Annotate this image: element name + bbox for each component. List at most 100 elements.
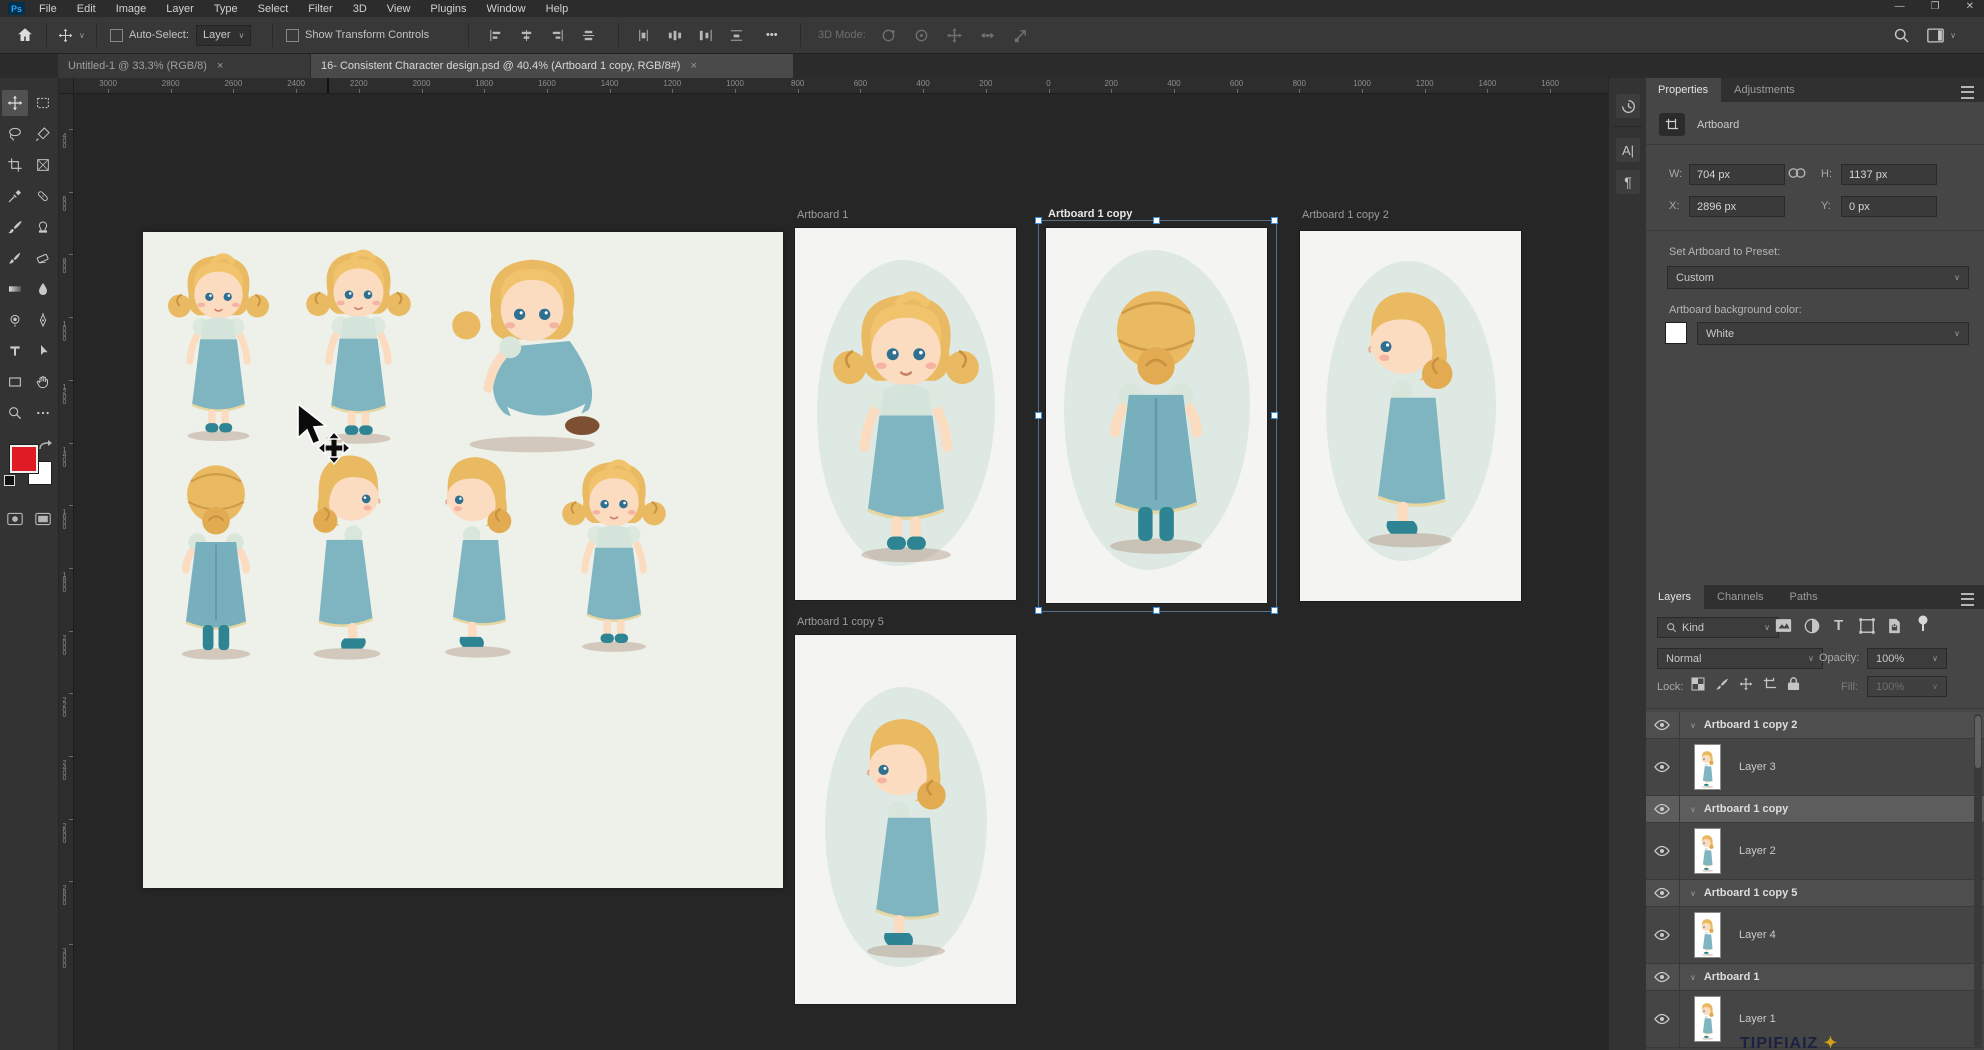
- swap-colors-icon[interactable]: [38, 440, 52, 452]
- menu-item-edit[interactable]: Edit: [77, 3, 96, 15]
- document-tab-character-design[interactable]: 16- Consistent Character design.psd @ 40…: [311, 53, 793, 78]
- lasso-tool[interactable]: [2, 121, 28, 147]
- auto-select-dropdown[interactable]: Layer ∨: [196, 25, 251, 46]
- visibility-toggle[interactable]: [1645, 823, 1680, 879]
- tab-adjustments[interactable]: Adjustments: [1721, 78, 1808, 102]
- character-panel-icon[interactable]: A|: [1616, 138, 1640, 162]
- roll-3d-icon[interactable]: [913, 27, 930, 44]
- smart-object-filter-icon[interactable]: [1887, 618, 1902, 634]
- document-tab-untitled[interactable]: Untitled-1 @ 33.3% (RGB/8) ×: [58, 53, 311, 78]
- hand-tool[interactable]: [30, 369, 56, 395]
- expand-chevron-icon[interactable]: ∨: [1690, 889, 1696, 898]
- menu-item-type[interactable]: Type: [214, 3, 238, 15]
- ruler-vertical[interactable]: 4006008001000120014001600180020002200240…: [58, 93, 74, 1050]
- menu-item-help[interactable]: Help: [546, 3, 569, 15]
- lock-all-icon[interactable]: [1787, 676, 1800, 691]
- artboard-label-1-copy-2[interactable]: Artboard 1 copy 2: [1302, 209, 1389, 221]
- lock-transparent-icon[interactable]: [1691, 676, 1705, 691]
- align-top-icon[interactable]: [581, 28, 596, 43]
- selection-handle-nw[interactable]: [1035, 217, 1042, 224]
- brush-tool[interactable]: [2, 214, 28, 240]
- bg-color-swatch[interactable]: [1665, 322, 1687, 344]
- eyedropper-tool[interactable]: [2, 183, 28, 209]
- selection-handle-s[interactable]: [1153, 607, 1160, 614]
- quick-mask-button[interactable]: [2, 506, 28, 532]
- menu-item-view[interactable]: View: [387, 3, 411, 15]
- close-tab-icon[interactable]: ×: [217, 60, 223, 72]
- align-right-icon[interactable]: [550, 28, 565, 43]
- filter-toggle-icon[interactable]: [1916, 614, 1930, 634]
- panel-menu-icon[interactable]: [1961, 593, 1974, 606]
- menu-item-plugins[interactable]: Plugins: [430, 3, 466, 15]
- visibility-toggle[interactable]: [1645, 739, 1680, 795]
- menu-item-image[interactable]: Image: [116, 3, 147, 15]
- ruler-horizontal[interactable]: 3000280026002400220020001800160014001200…: [58, 78, 1608, 94]
- lock-artboard-icon[interactable]: [1763, 676, 1777, 691]
- history-panel-icon[interactable]: [1616, 94, 1640, 118]
- preset-dropdown[interactable]: Custom ∨: [1667, 266, 1969, 289]
- selection-handle-n[interactable]: [1153, 217, 1160, 224]
- artboard-label-1-copy-5[interactable]: Artboard 1 copy 5: [797, 616, 884, 628]
- expand-chevron-icon[interactable]: ∨: [1690, 805, 1696, 814]
- opacity-field[interactable]: 100% ∨: [1867, 648, 1947, 669]
- link-dimensions-icon[interactable]: [1787, 166, 1807, 180]
- layer-row[interactable]: Layer 3: [1645, 739, 1984, 796]
- visibility-toggle[interactable]: [1645, 712, 1680, 738]
- distribute-v-icon[interactable]: [729, 28, 744, 43]
- quick-selection-tool[interactable]: [30, 121, 56, 147]
- foreground-color-swatch[interactable]: [10, 445, 38, 473]
- tab-paths[interactable]: Paths: [1777, 585, 1831, 609]
- marquee-tool[interactable]: [30, 90, 56, 116]
- menu-item-layer[interactable]: Layer: [166, 3, 194, 15]
- eraser-tool[interactable]: [30, 245, 56, 271]
- expand-chevron-icon[interactable]: ∨: [1690, 973, 1696, 982]
- more-options-button[interactable]: •••: [766, 17, 778, 53]
- auto-select-checkbox[interactable]: [110, 29, 123, 42]
- gradient-tool[interactable]: [2, 276, 28, 302]
- close-button[interactable]: ✕: [1966, 1, 1974, 12]
- x-field[interactable]: 2896 px: [1689, 196, 1785, 217]
- align-center-h-icon[interactable]: [519, 28, 534, 43]
- dodge-tool[interactable]: [2, 307, 28, 333]
- distribute-left-icon[interactable]: [636, 28, 651, 43]
- layer-group-row[interactable]: ∨ Artboard 1 copy: [1645, 796, 1984, 823]
- selection-handle-ne[interactable]: [1271, 217, 1278, 224]
- y-field[interactable]: 0 px: [1841, 196, 1937, 217]
- visibility-toggle[interactable]: [1645, 964, 1680, 990]
- menu-item-window[interactable]: Window: [487, 3, 526, 15]
- clone-stamp-tool[interactable]: [30, 214, 56, 240]
- fill-field[interactable]: 100% ∨: [1867, 676, 1947, 697]
- ruler-origin-corner[interactable]: [58, 78, 74, 94]
- bg-color-dropdown[interactable]: White ∨: [1697, 322, 1969, 345]
- paragraph-panel-icon[interactable]: ¶: [1616, 170, 1640, 194]
- menu-item-3d[interactable]: 3D: [353, 3, 367, 15]
- distribute-right-icon[interactable]: [698, 28, 713, 43]
- panel-menu-icon[interactable]: [1961, 86, 1974, 99]
- rectangle-tool[interactable]: [2, 369, 28, 395]
- layer-thumbnail[interactable]: [1694, 744, 1721, 790]
- tool-preset[interactable]: ∨: [58, 17, 85, 53]
- selection-handle-e[interactable]: [1271, 412, 1278, 419]
- tab-properties[interactable]: Properties: [1645, 78, 1721, 102]
- crop-tool[interactable]: [2, 152, 28, 178]
- move-tool[interactable]: [2, 90, 28, 116]
- shape-filter-icon[interactable]: [1859, 618, 1875, 634]
- layer-group-row[interactable]: ∨ Artboard 1 copy 5: [1645, 880, 1984, 907]
- history-brush-tool[interactable]: [2, 245, 28, 271]
- layers-scrollbar[interactable]: [1974, 714, 1982, 1048]
- frame-tool[interactable]: [30, 152, 56, 178]
- align-left-icon[interactable]: [488, 28, 503, 43]
- close-tab-icon[interactable]: ×: [690, 60, 696, 72]
- scrollbar-thumb[interactable]: [1975, 716, 1981, 768]
- default-colors-icon[interactable]: [4, 475, 15, 486]
- blur-tool[interactable]: [30, 276, 56, 302]
- reference-image[interactable]: [143, 232, 783, 888]
- path-selection-tool[interactable]: [30, 338, 56, 364]
- selection-handle-se[interactable]: [1271, 607, 1278, 614]
- artboard-1-copy-2[interactable]: [1300, 231, 1521, 601]
- search-button[interactable]: [1893, 17, 1910, 53]
- scale-3d-icon[interactable]: [1012, 27, 1029, 44]
- restore-button[interactable]: ❐: [1931, 1, 1940, 12]
- type-filter-icon[interactable]: T: [1834, 617, 1843, 634]
- visibility-toggle[interactable]: [1645, 907, 1680, 963]
